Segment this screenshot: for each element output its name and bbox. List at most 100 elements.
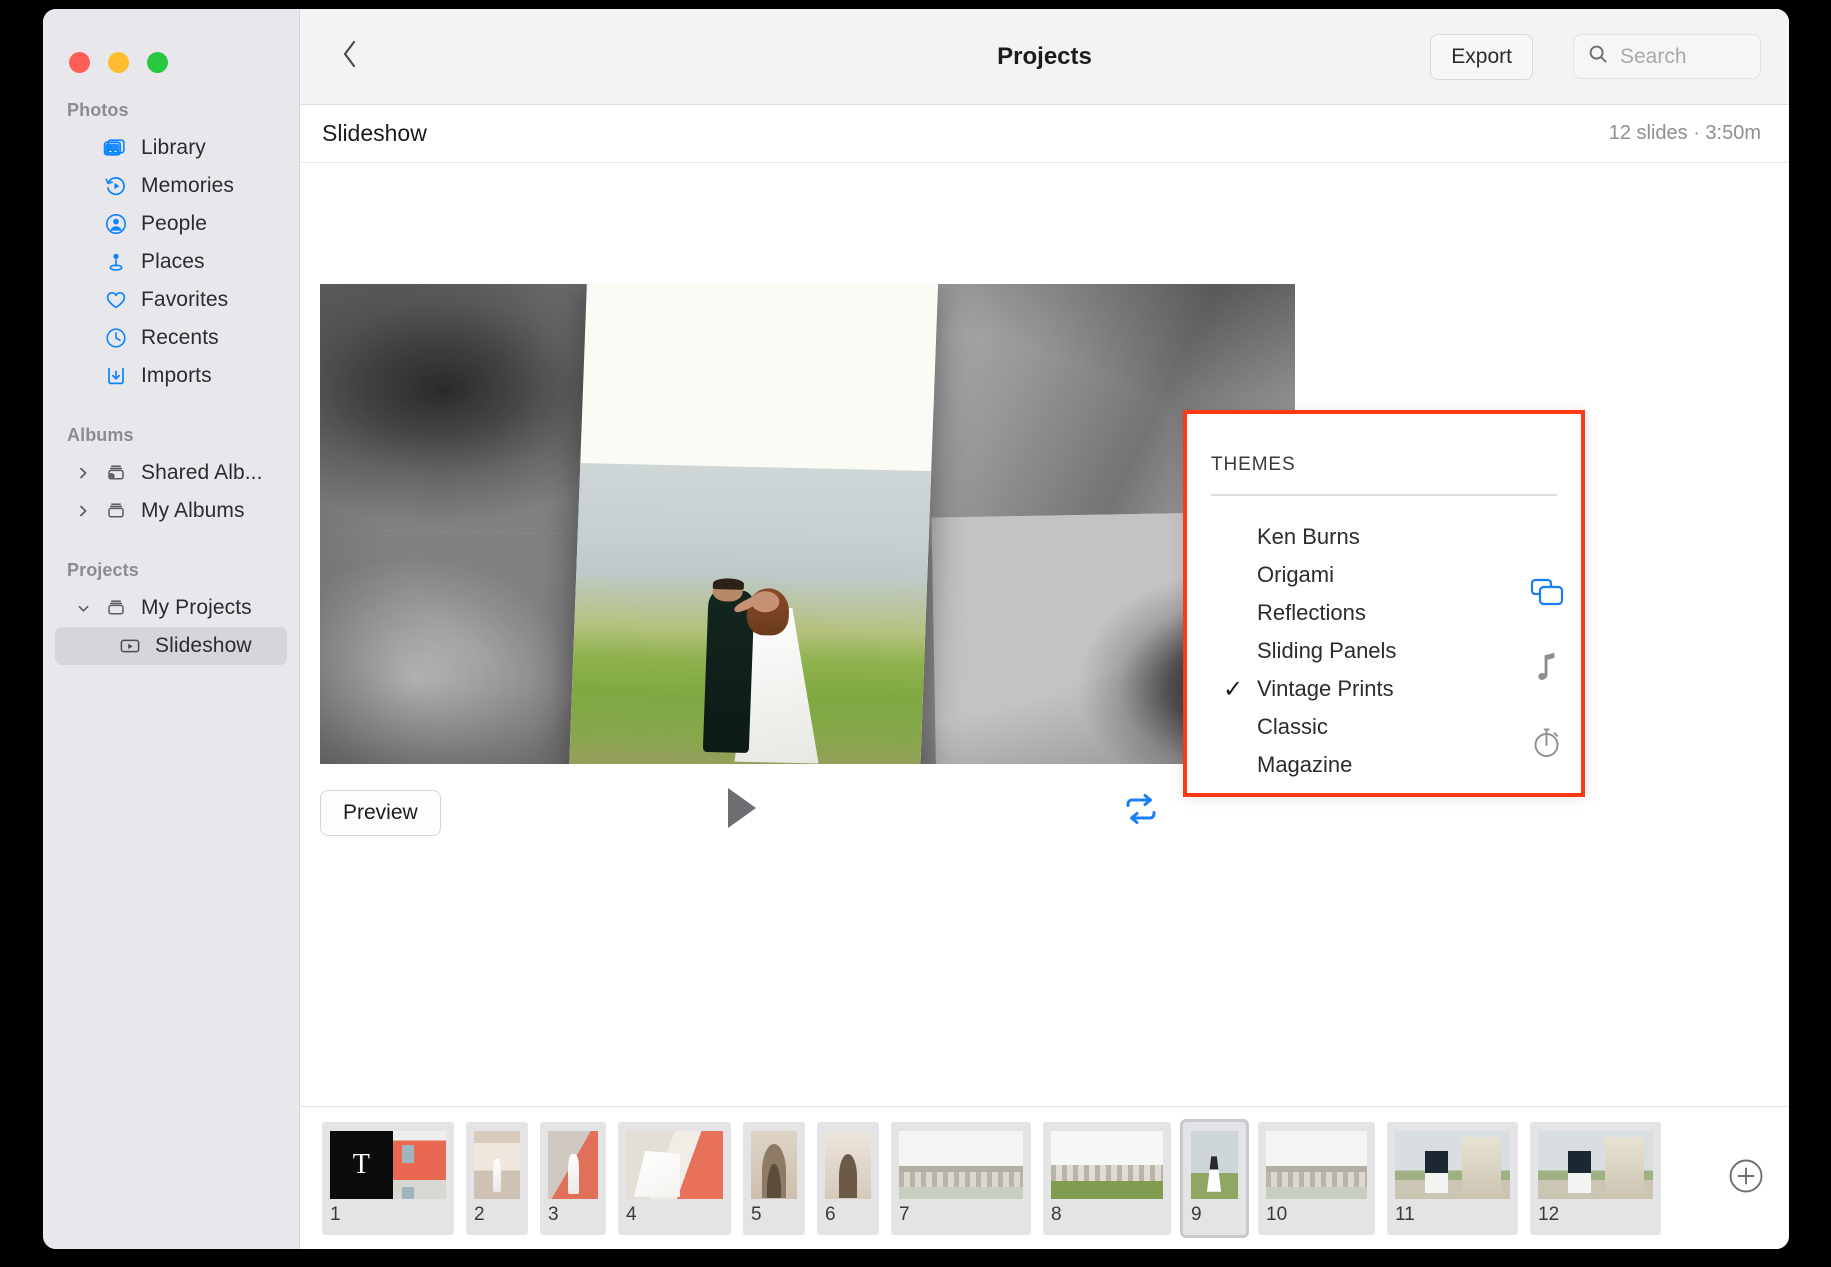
theme-label: Classic [1257, 714, 1328, 739]
slides-filmstrip[interactable]: T 1 2 3 4 5 6 7 8 9 10 11 12 [300, 1106, 1789, 1249]
clock-icon [103, 326, 128, 351]
search-input[interactable] [1620, 44, 1746, 69]
loop-button[interactable] [1120, 790, 1162, 832]
slide-number: 9 [1191, 1203, 1202, 1225]
sidebar-item-label: Slideshow [155, 634, 252, 657]
theme-option-classic[interactable]: Classic [1187, 708, 1581, 746]
slide-thumbnail[interactable]: 7 [891, 1121, 1031, 1235]
slide-thumbnail[interactable]: 4 [618, 1121, 731, 1235]
themes-heading: THEMES [1211, 454, 1296, 475]
play-button[interactable] [718, 786, 766, 834]
themes-list: Ken Burns Origami Reflections Sliding Pa… [1187, 518, 1581, 784]
sidebar-item-shared-albums[interactable]: Shared Alb... [55, 454, 287, 492]
sidebar-item-label: Places [141, 250, 205, 273]
zoom-window-button[interactable] [147, 52, 168, 73]
window-traffic-lights [43, 9, 299, 73]
minimize-window-button[interactable] [108, 52, 129, 73]
slide-image [1051, 1130, 1163, 1199]
themes-divider [1211, 494, 1557, 496]
slide-image [899, 1130, 1023, 1199]
sidebar-item-my-albums[interactable]: My Albums [55, 492, 287, 530]
slide-thumbnail[interactable]: 10 [1258, 1121, 1375, 1235]
sidebar-item-memories[interactable]: Memories [55, 167, 287, 205]
sidebar-item-slideshow[interactable]: Slideshow [55, 627, 287, 665]
chevron-down-icon[interactable] [77, 603, 90, 614]
theme-label: Reflections [1257, 600, 1366, 625]
sidebar-group-title-projects: Projects [67, 560, 139, 580]
add-slide-button[interactable] [1725, 1157, 1767, 1199]
sidebar-item-library[interactable]: Library [55, 129, 287, 167]
search-field[interactable] [1573, 34, 1761, 79]
slide-thumbnail[interactable]: 11 [1387, 1121, 1518, 1235]
checkmark-icon: ✓ [1222, 675, 1244, 703]
plus-circle-icon [1726, 1156, 1766, 1201]
theme-label: Sliding Panels [1257, 638, 1397, 663]
toolbar: Projects Export [300, 9, 1789, 105]
theme-option-vintage-prints[interactable]: ✓ Vintage Prints [1187, 670, 1581, 708]
album-icon [103, 596, 128, 621]
preview-foreground-photo [569, 463, 932, 764]
play-icon [724, 786, 760, 835]
shared-album-icon [103, 461, 128, 486]
music-note-icon [1535, 652, 1559, 689]
toolbar-actions: Export [1430, 33, 1761, 80]
slide-number: 10 [1266, 1203, 1288, 1225]
theme-option-origami[interactable]: Origami [1187, 556, 1581, 594]
theme-option-magazine[interactable]: Magazine [1187, 746, 1581, 784]
slide-thumbnail[interactable]: 8 [1043, 1121, 1171, 1235]
back-button[interactable] [330, 37, 370, 77]
sidebar-group-photos: Photos Library Memories People Places Fa… [43, 100, 299, 395]
photo-thumb [899, 1130, 1023, 1199]
project-title: Slideshow [322, 120, 427, 146]
slide-thumbnail[interactable]: 9 [1180, 1118, 1249, 1238]
transitions-icon [1530, 578, 1564, 613]
slide-number: 12 [1538, 1203, 1560, 1225]
slide-image [1538, 1130, 1653, 1199]
slide-number: 11 [1395, 1203, 1415, 1225]
slide-thumbnail[interactable]: 5 [743, 1121, 805, 1235]
theme-option-reflections[interactable]: Reflections [1187, 594, 1581, 632]
slide-image [1191, 1130, 1238, 1199]
imports-icon [103, 364, 128, 389]
slide-thumbnail[interactable]: 6 [817, 1121, 879, 1235]
chevron-right-icon[interactable] [77, 504, 90, 518]
sidebar-item-label: People [141, 212, 207, 235]
sidebar-item-imports[interactable]: Imports [55, 357, 287, 395]
photo-thumb [825, 1130, 871, 1199]
slide-thumbnail[interactable]: 2 [466, 1121, 528, 1235]
sidebar-item-recents[interactable]: Recents [55, 319, 287, 357]
theme-label: Ken Burns [1257, 524, 1360, 549]
chevron-left-icon [340, 38, 360, 75]
slide-thumbnail[interactable]: T 1 [322, 1121, 454, 1235]
slide-number: 5 [751, 1203, 762, 1225]
preview-button[interactable]: Preview [320, 790, 441, 836]
music-button[interactable] [1529, 652, 1565, 688]
slideshow-preview[interactable] [320, 284, 1295, 764]
sidebar-item-favorites[interactable]: Favorites [55, 281, 287, 319]
slide-image [1266, 1130, 1367, 1199]
slide-image [474, 1130, 520, 1199]
library-icon [103, 136, 128, 161]
export-button[interactable]: Export [1430, 33, 1533, 80]
slide-thumbnail[interactable]: 12 [1530, 1121, 1661, 1235]
sidebar-item-places[interactable]: Places [55, 243, 287, 281]
chevron-right-icon[interactable] [77, 466, 90, 480]
sidebar-item-people[interactable]: People [55, 205, 287, 243]
sidebar-item-label: Memories [141, 174, 234, 197]
sidebar-item-label: Favorites [141, 288, 229, 311]
slide-number: 1 [330, 1203, 341, 1225]
search-icon [1588, 44, 1608, 69]
transitions-button[interactable] [1529, 577, 1565, 613]
duration-timer-icon [1531, 726, 1563, 765]
theme-option-ken-burns[interactable]: Ken Burns [1187, 518, 1581, 556]
main-area: Projects Export Slideshow 12 slides · 3:… [300, 9, 1789, 1249]
slide-thumbnail[interactable]: 3 [540, 1121, 606, 1235]
slide-number: 2 [474, 1203, 485, 1225]
theme-option-sliding-panels[interactable]: Sliding Panels [1187, 632, 1581, 670]
duration-button[interactable] [1529, 727, 1565, 763]
slide-number: 6 [825, 1203, 836, 1225]
project-subheader: Slideshow 12 slides · 3:50m [300, 105, 1789, 163]
sidebar-item-label: Recents [141, 326, 219, 349]
close-window-button[interactable] [69, 52, 90, 73]
sidebar-item-my-projects[interactable]: My Projects [55, 589, 287, 627]
